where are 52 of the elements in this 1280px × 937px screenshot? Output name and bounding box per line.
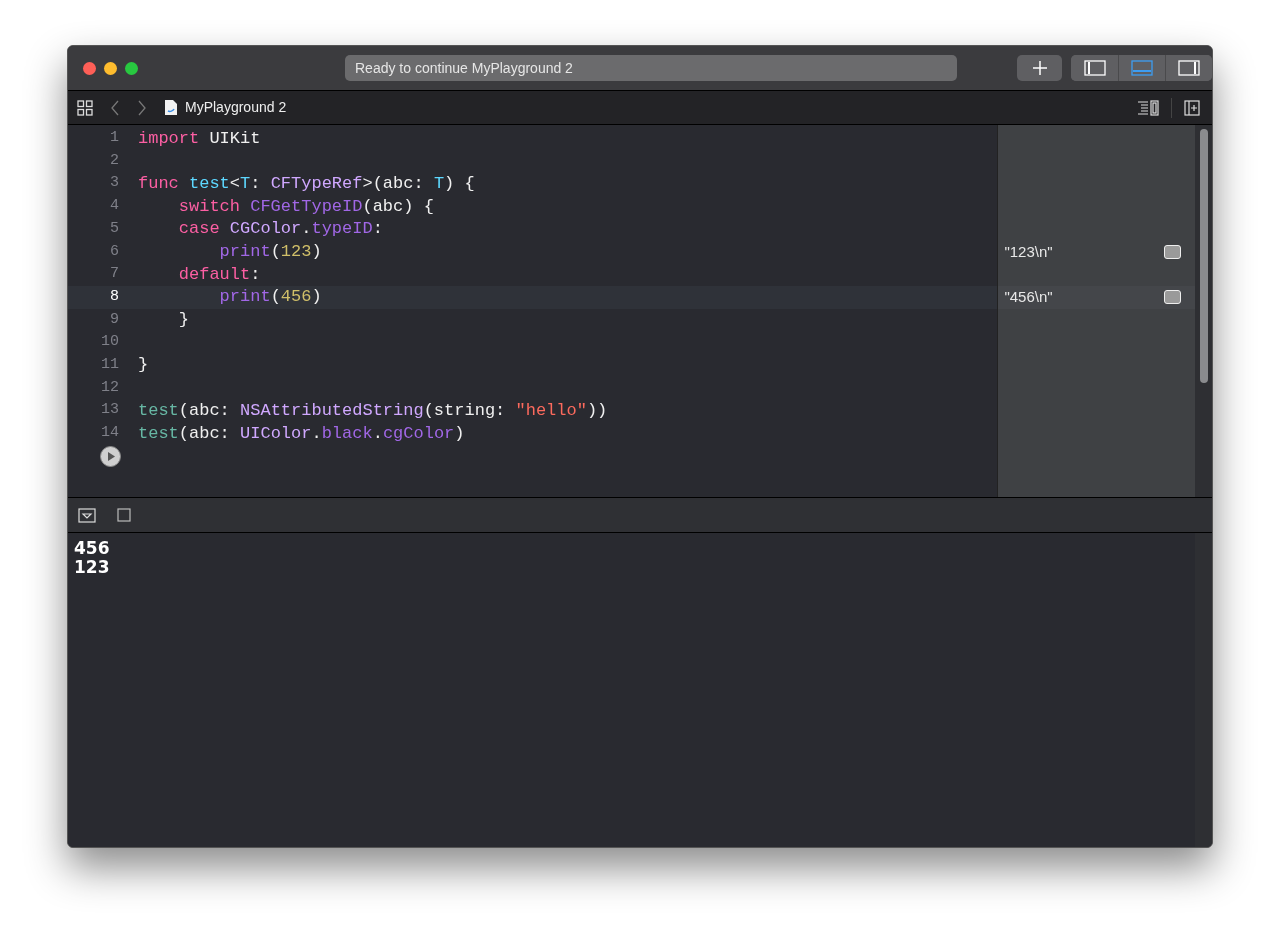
line-number: 7 xyxy=(109,264,119,285)
line-number: 6 xyxy=(109,241,119,262)
code-line: import UIKit xyxy=(138,127,261,150)
line-number: 13 xyxy=(100,400,119,421)
square-icon[interactable] xyxy=(117,508,131,522)
line-number: 5 xyxy=(109,218,119,239)
editor-options-icon[interactable] xyxy=(1137,99,1159,116)
zoom-button[interactable] xyxy=(125,61,138,75)
code-line: test(abc: NSAttributedString(string: "hello")) xyxy=(138,399,608,422)
line-number: 14 xyxy=(100,423,119,444)
quick-look-button[interactable] xyxy=(1164,244,1182,259)
result-value: "123\n" xyxy=(1004,241,1053,262)
minimize-button[interactable] xyxy=(104,61,117,75)
play-icon xyxy=(106,451,115,461)
back-icon[interactable] xyxy=(110,99,120,116)
view-toggle-button[interactable] xyxy=(1165,55,1212,81)
line-number: 10 xyxy=(100,332,119,353)
line-number: 9 xyxy=(109,309,119,330)
line-number: 8 xyxy=(109,286,119,307)
code-line: func test<T: CFTypeRef>(abc: T) { xyxy=(138,172,475,195)
code-line: print(123) xyxy=(218,241,322,264)
run-button[interactable] xyxy=(100,445,121,467)
line-number: 4 xyxy=(109,196,119,217)
line-number: 12 xyxy=(100,377,119,398)
panel-layout-icon xyxy=(1083,60,1106,76)
code-line: case CGColor.typeID: xyxy=(177,218,383,241)
line-number: 2 xyxy=(109,150,119,171)
hide-debug-area-icon[interactable] xyxy=(78,507,96,523)
plus-icon xyxy=(1031,60,1048,76)
line-number: 3 xyxy=(109,173,119,194)
grid-icon[interactable] xyxy=(77,99,93,116)
code-line: } xyxy=(177,309,189,332)
console-line: 456 xyxy=(74,539,111,558)
line-number: 1 xyxy=(109,128,119,149)
code-line: } xyxy=(138,354,149,377)
console-line: 123 xyxy=(74,558,111,577)
code-line: test(abc: UIColor.black.cgColor) xyxy=(138,422,465,445)
code-line: print(456) xyxy=(218,286,322,309)
forward-icon[interactable] xyxy=(137,99,147,116)
swift-file-icon xyxy=(164,99,178,116)
panel-layout-icon xyxy=(1131,60,1153,76)
add-editor-icon[interactable] xyxy=(1184,99,1200,116)
quick-look-button[interactable] xyxy=(1164,290,1182,305)
panel-layout-icon xyxy=(1178,60,1200,76)
code-line: switch CFGetTypeID(abc) { xyxy=(177,195,434,218)
file-name[interactable]: MyPlayground 2 xyxy=(185,97,287,118)
result-value: "456\n" xyxy=(1004,286,1053,307)
line-number: 11 xyxy=(100,354,119,375)
code-line: default: xyxy=(177,263,261,286)
close-button[interactable] xyxy=(83,61,96,75)
activity-status: Ready to continue MyPlayground 2 xyxy=(345,55,957,81)
add-button[interactable] xyxy=(1017,55,1062,81)
